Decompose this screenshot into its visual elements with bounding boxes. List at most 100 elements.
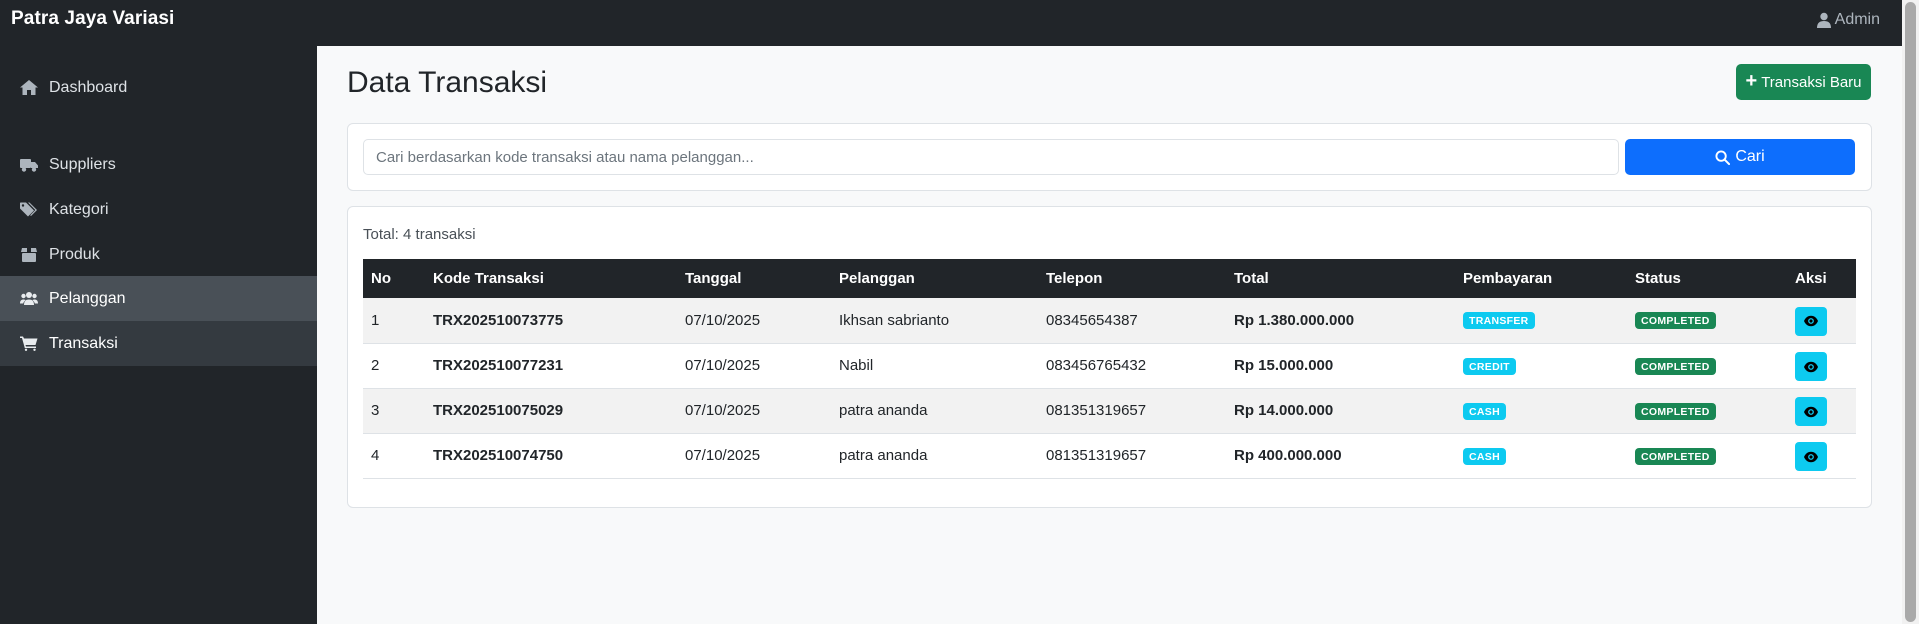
cell-no: 2 <box>371 357 380 374</box>
column-header: Pembayaran <box>1463 270 1553 287</box>
sidebar-item-dashboard[interactable]: Dashboard <box>0 65 317 110</box>
sidebar-item-pelanggan[interactable]: Pelanggan <box>0 276 317 321</box>
cell-total: Rp 14.000.000 <box>1234 402 1334 419</box>
cell-status: COMPLETED <box>1627 433 1787 478</box>
view-button[interactable] <box>1795 397 1827 426</box>
column-header: Kode Transaksi <box>433 270 544 287</box>
column-header: Status <box>1635 270 1681 287</box>
payment-badge: CREDIT <box>1463 357 1516 375</box>
cell-kode: TRX202510073775 <box>433 311 564 329</box>
cell-kode: TRX202510075029 <box>433 402 564 419</box>
cart-icon <box>20 336 38 351</box>
cell-aksi <box>1787 433 1856 478</box>
table-row: 1 TRX202510073775 07/10/2025 Ikhsan sabr… <box>363 298 1856 343</box>
view-button[interactable] <box>1795 442 1827 471</box>
new-transaction-button[interactable]: + Transaksi Baru <box>1736 64 1871 100</box>
status-badge: COMPLETED <box>1635 402 1716 420</box>
cell-telepon: 081351319657 <box>1046 402 1147 419</box>
tags-icon <box>20 202 37 217</box>
view-button[interactable] <box>1795 306 1827 336</box>
payment-badge: TRANSFER <box>1463 312 1535 330</box>
main-content: Data Transaksi + Transaksi Baru Cari Tot… <box>317 46 1902 624</box>
cell-kode: TRX202510074750 <box>433 447 564 464</box>
column-header: Telepon <box>1046 270 1103 287</box>
search-button[interactable]: Cari <box>1625 139 1855 175</box>
cell-pelanggan: Nabil <box>839 357 874 374</box>
user-icon <box>1816 12 1831 28</box>
cell-status: COMPLETED <box>1627 388 1787 433</box>
cell-tanggal: 07/10/2025 <box>685 357 761 374</box>
status-badge: COMPLETED <box>1635 357 1716 375</box>
cell-pelanggan: Ikhsan sabrianto <box>839 311 950 329</box>
view-button[interactable] <box>1795 352 1827 381</box>
cell-status: COMPLETED <box>1627 298 1787 343</box>
eye-icon <box>1804 451 1818 462</box>
payment-badge: CASH <box>1463 447 1506 465</box>
sidebar: Dashboard Suppliers Kategori Produk Pela… <box>0 46 317 624</box>
sidebar-item-produk[interactable]: Produk <box>0 232 317 277</box>
box-icon <box>21 248 37 262</box>
cell-telepon: 08345654387 <box>1046 311 1138 329</box>
column-header: Total <box>1234 270 1269 287</box>
cell-aksi <box>1787 388 1856 433</box>
plus-icon: + <box>1745 70 1758 92</box>
cell-status: COMPLETED <box>1627 343 1787 388</box>
search-icon <box>1715 149 1731 165</box>
sidebar-item-transaksi[interactable]: Transaksi <box>0 321 317 366</box>
search-card: Cari <box>347 123 1872 191</box>
transactions-table: No Kode Transaksi Tanggal Pelanggan Tele… <box>363 259 1856 479</box>
table-row: 2 TRX202510077231 07/10/2025 Nabil 08345… <box>363 343 1856 388</box>
cell-no: 3 <box>371 402 380 419</box>
table-row: 4 TRX202510074750 07/10/2025 patra anand… <box>363 433 1856 478</box>
column-header: Aksi <box>1795 270 1827 287</box>
users-icon <box>20 292 38 305</box>
user-menu[interactable]: Admin <box>1816 11 1880 29</box>
sidebar-item-suppliers[interactable]: Suppliers <box>0 142 317 187</box>
table-row: 3 TRX202510075029 07/10/2025 patra anand… <box>363 388 1856 433</box>
eye-icon <box>1804 316 1818 327</box>
eye-icon <box>1804 406 1818 417</box>
status-badge: COMPLETED <box>1635 312 1716 330</box>
cell-pelanggan: patra ananda <box>839 402 928 419</box>
user-name: Admin <box>1834 11 1880 28</box>
brand-logo[interactable]: Patra Jaya Variasi <box>11 8 174 30</box>
cell-tanggal: 07/10/2025 <box>685 311 761 329</box>
top-navbar: Patra Jaya Variasi Admin <box>0 0 1902 46</box>
sidebar-item-label: Dashboard <box>49 78 128 96</box>
search-button-label: Cari <box>1735 148 1765 165</box>
table-header-row: No Kode Transaksi Tanggal Pelanggan Tele… <box>363 259 1856 298</box>
cell-aksi <box>1787 298 1856 343</box>
total-count: Total: 4 transaksi <box>363 226 476 243</box>
status-badge: COMPLETED <box>1635 447 1716 465</box>
search-input[interactable] <box>363 139 1619 175</box>
cell-pembayaran: CASH <box>1455 388 1627 433</box>
scrollbar[interactable] <box>1902 0 1919 624</box>
column-header: No <box>371 270 391 287</box>
column-header: Pelanggan <box>839 270 915 287</box>
cell-no: 1 <box>371 311 380 329</box>
cell-kode: TRX202510077231 <box>433 357 564 374</box>
cell-pembayaran: CREDIT <box>1455 343 1627 388</box>
cell-tanggal: 07/10/2025 <box>685 447 761 464</box>
cell-telepon: 081351319657 <box>1046 447 1147 464</box>
sidebar-item-label: Transaksi <box>49 334 118 352</box>
sidebar-item-label: Kategori <box>49 200 109 218</box>
transactions-card: Total: 4 transaksi No Kode Transaksi Tan… <box>347 206 1872 508</box>
sidebar-item-kategori[interactable]: Kategori <box>0 187 317 232</box>
eye-icon <box>1804 361 1818 372</box>
cell-tanggal: 07/10/2025 <box>685 402 761 419</box>
cell-total: Rp 1.380.000.000 <box>1234 311 1355 329</box>
cell-aksi <box>1787 343 1856 388</box>
column-header: Tanggal <box>685 270 742 287</box>
sidebar-item-label: Pelanggan <box>49 289 126 307</box>
sidebar-item-label: Suppliers <box>49 155 116 173</box>
payment-badge: CASH <box>1463 402 1506 420</box>
cell-total: Rp 15.000.000 <box>1234 357 1334 374</box>
sidebar-item-label: Produk <box>49 245 100 263</box>
cell-pembayaran: CASH <box>1455 433 1627 478</box>
cell-total: Rp 400.000.000 <box>1234 447 1342 464</box>
scrollbar-thumb[interactable] <box>1905 2 1916 622</box>
cell-no: 4 <box>371 447 380 464</box>
cell-pembayaran: TRANSFER <box>1455 298 1627 343</box>
cell-telepon: 083456765432 <box>1046 357 1147 374</box>
